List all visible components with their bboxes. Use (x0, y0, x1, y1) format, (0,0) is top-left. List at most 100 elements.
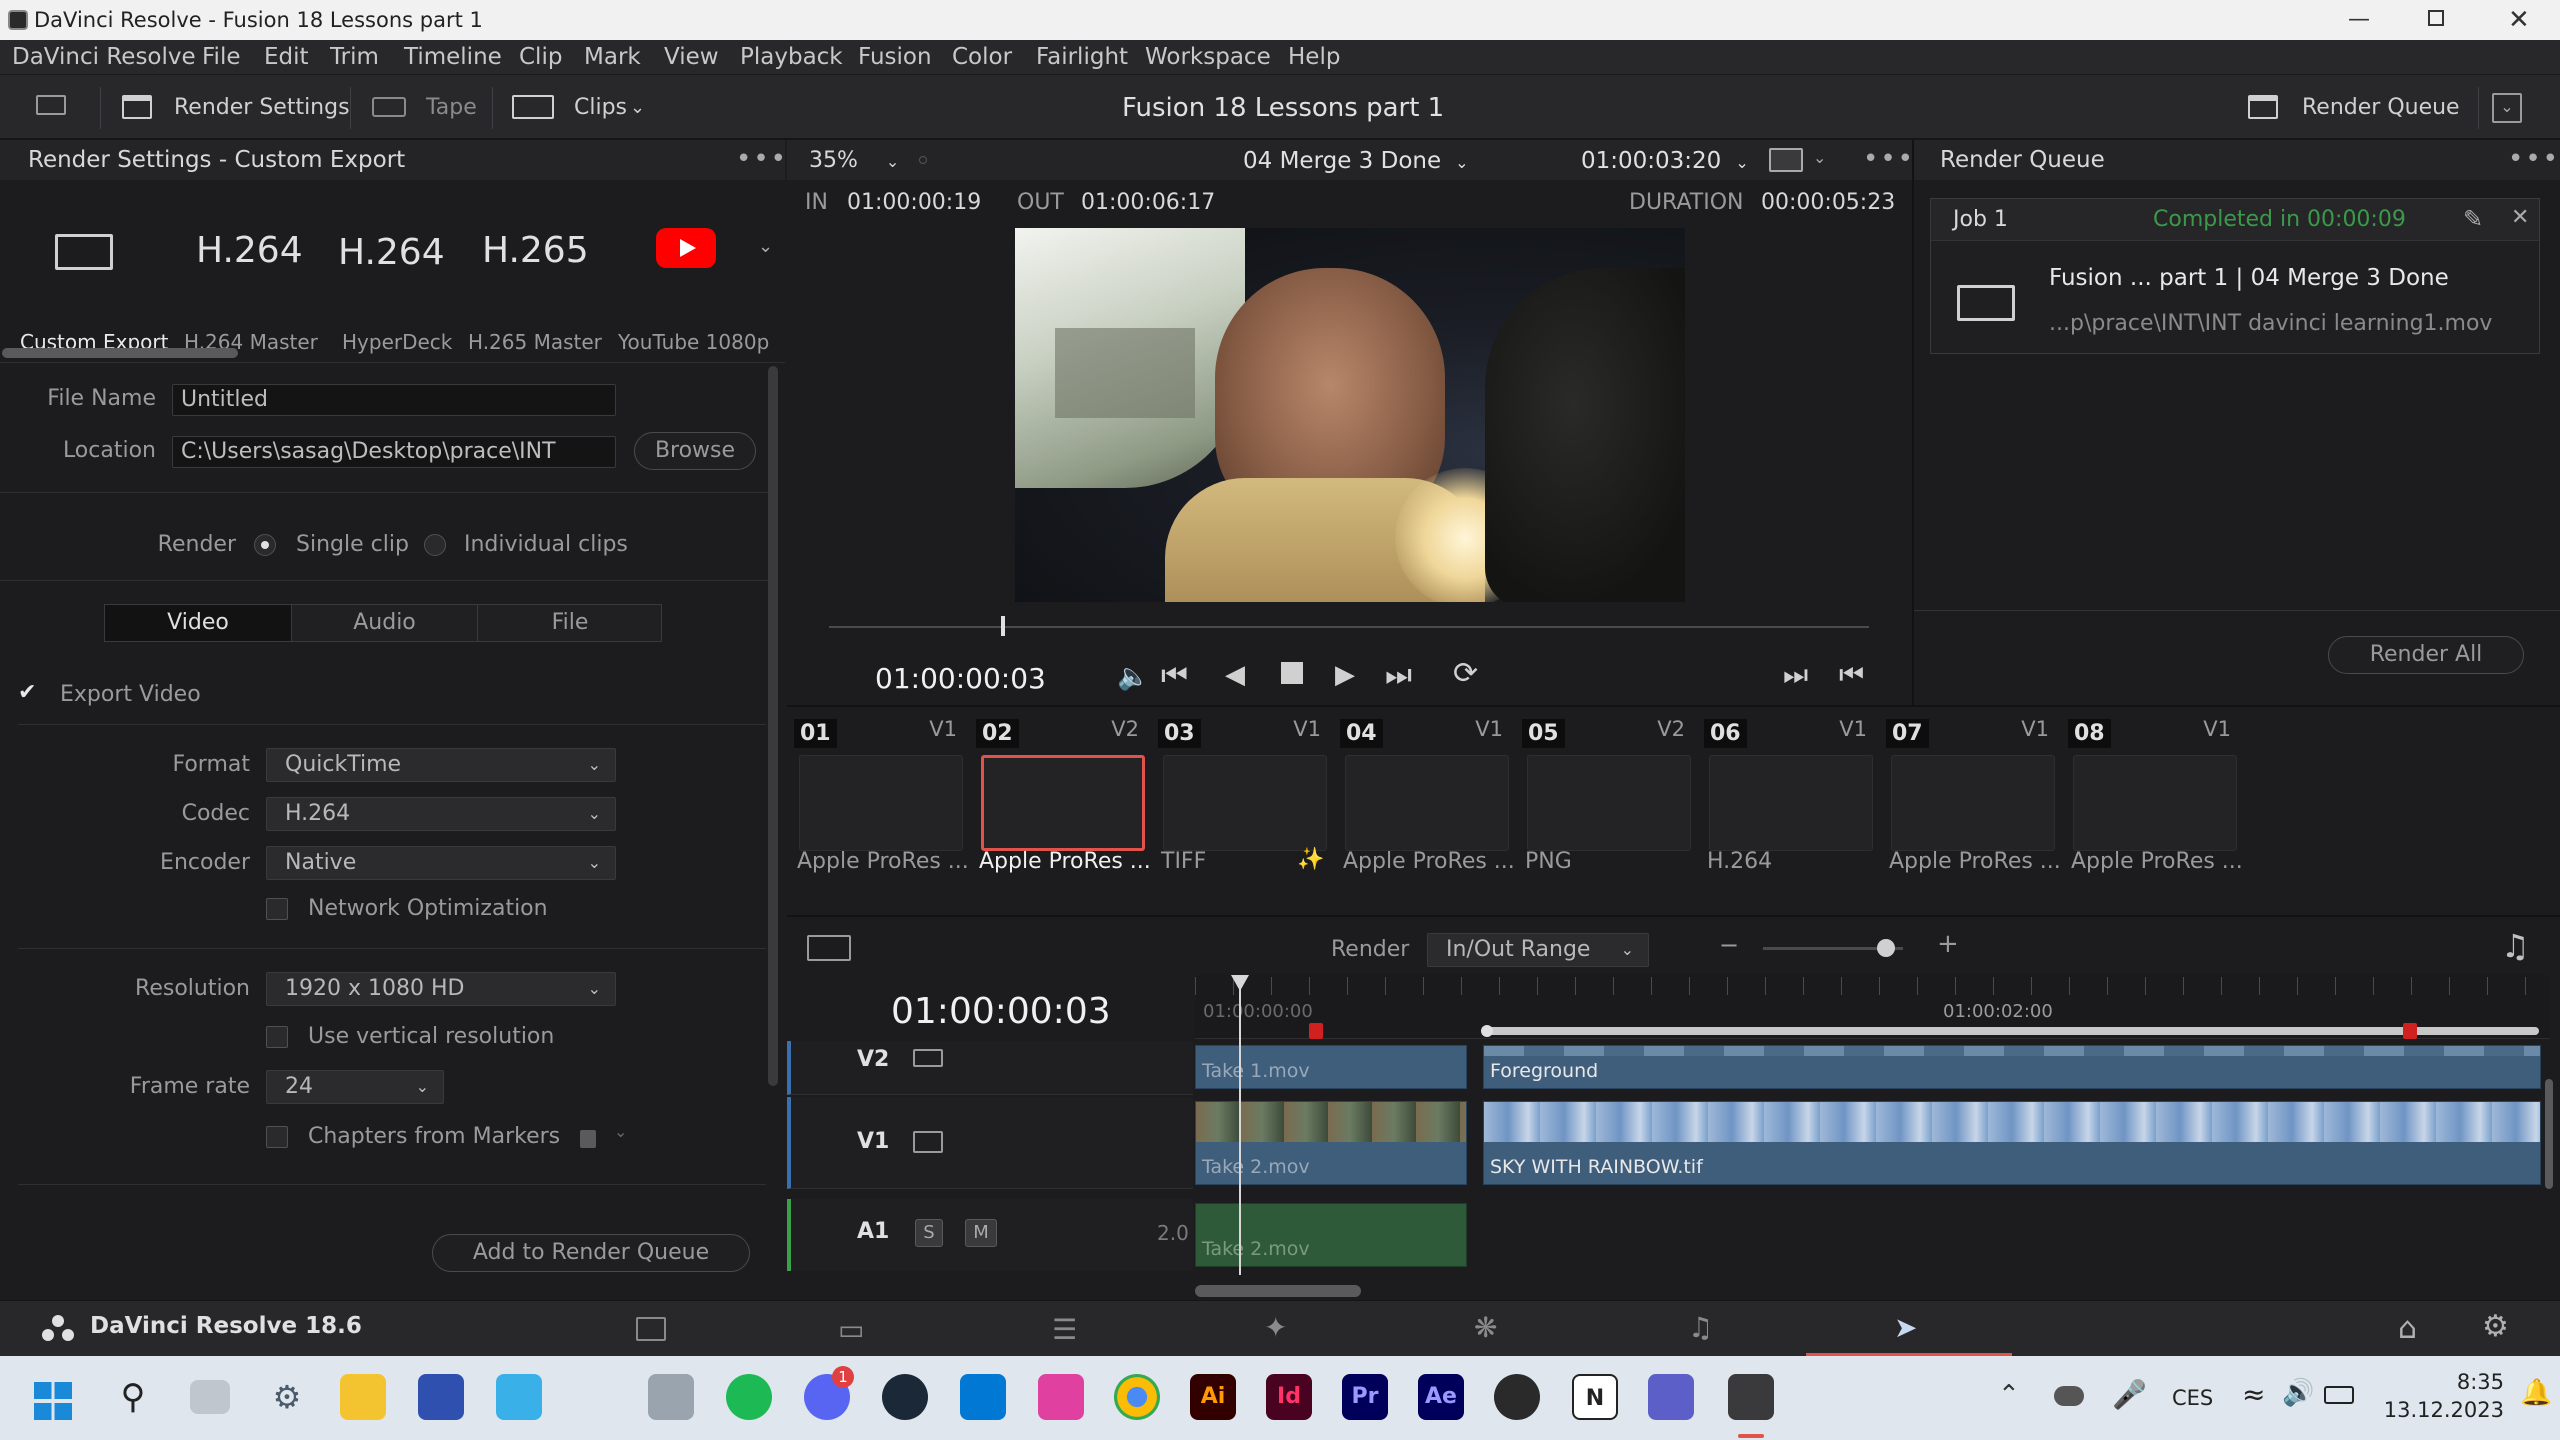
video-frame[interactable] (1015, 228, 1685, 602)
menu-item-workspace[interactable]: Workspace (1145, 40, 1271, 74)
single-clip-radio[interactable] (254, 534, 276, 556)
render-queue-button[interactable]: Render Queue (2302, 75, 2460, 141)
preset-hyperdeck[interactable]: H.264 HyperDeck (330, 184, 452, 354)
chevron-down-icon[interactable]: ⌄ (758, 236, 773, 257)
wifi-icon[interactable]: ≈ (2242, 1378, 2265, 1411)
edit-page-icon[interactable]: ☰ (1052, 1313, 1077, 1346)
indesign-icon[interactable]: Id (1266, 1374, 1312, 1420)
menu-item-view[interactable]: View (664, 40, 719, 74)
presets-scrollbar[interactable] (2, 348, 238, 358)
cut-page-icon[interactable]: ▭ (838, 1313, 864, 1346)
menu-item-color[interactable]: Color (952, 40, 1012, 74)
clip-thumb[interactable]: 08 V1 Apple ProRes ... (2061, 707, 2243, 917)
task-view-icon[interactable] (190, 1380, 230, 1414)
out-timecode[interactable]: 01:00:06:17 (1081, 190, 1215, 215)
chrome-icon[interactable] (1114, 1374, 1160, 1420)
timeline-marker[interactable] (1309, 1023, 1323, 1039)
chapters-checkbox[interactable] (266, 1126, 288, 1148)
vertical-resolution-checkbox[interactable] (266, 1026, 288, 1048)
chevron-down-icon[interactable]: ⌄ (614, 1122, 627, 1141)
viewer-scrubber[interactable] (829, 626, 1869, 628)
in-out-range-start[interactable] (1481, 1025, 1493, 1037)
clips-icon[interactable] (512, 95, 554, 119)
menu-item-help[interactable]: Help (1288, 40, 1340, 74)
proxy-icon[interactable] (1769, 148, 1803, 172)
play-icon[interactable]: ▶ (1335, 660, 1355, 690)
preset-h264-master[interactable]: H.264 H.264 Master (180, 184, 318, 354)
expand-panel-icon[interactable]: ⌄ (2492, 93, 2522, 123)
search-icon[interactable]: ⚲ (110, 1374, 156, 1420)
timeline-view-icon[interactable] (807, 935, 851, 961)
solo-button[interactable]: S (915, 1219, 943, 1247)
tab-file[interactable]: File (477, 605, 662, 641)
timeline-playhead[interactable] (1239, 975, 1241, 1275)
network-optimization-checkbox[interactable] (266, 898, 288, 920)
scrubber-playhead[interactable] (1001, 616, 1005, 636)
tab-audio[interactable]: Audio (291, 605, 477, 641)
menu-item-playback[interactable]: Playback (740, 40, 843, 74)
timeline-marker[interactable] (2403, 1023, 2417, 1039)
codec-dropdown[interactable]: H.264 ⌄ (266, 797, 616, 831)
deliver-page-icon[interactable]: ➤ (1806, 1301, 2012, 1357)
export-video-checkbox[interactable]: ✔ (18, 682, 40, 704)
viewer-timecode-top[interactable]: 01:00:03:20 ⌄ (1581, 148, 1749, 174)
frame-rate-dropdown[interactable]: 24 ⌄ (266, 1070, 444, 1104)
keyboard-language[interactable]: CES (2172, 1386, 2213, 1410)
teams-icon[interactable] (1648, 1374, 1694, 1420)
timeline-zoom-knob[interactable] (1877, 939, 1895, 957)
minimize-icon[interactable]: — (2348, 0, 2370, 40)
tape-button[interactable]: Tape (426, 75, 477, 141)
zoom-in-icon[interactable]: + (1937, 929, 1959, 959)
go-to-end-icon[interactable]: ⏭ (1385, 658, 1412, 693)
in-timecode[interactable]: 01:00:00:19 (847, 190, 981, 215)
play-reverse-icon[interactable]: ◀ (1225, 660, 1245, 690)
color-page-icon[interactable]: ❋ (1474, 1311, 1497, 1344)
clip-thumb[interactable]: 02 V2 Apple ProRes ... (969, 707, 1151, 917)
clock-time[interactable]: 8:35 (2408, 1370, 2504, 1394)
edit-icon[interactable]: ✎ (2463, 205, 2483, 233)
microphone-icon[interactable]: 🎤 (2112, 1378, 2147, 1411)
menu-item-edit[interactable]: Edit (264, 40, 309, 74)
menu-item-davinci-resolve[interactable]: DaVinci Resolve (12, 40, 196, 74)
file-explorer-icon[interactable] (340, 1374, 386, 1420)
fairlight-page-icon[interactable]: ♫ (1688, 1311, 1713, 1344)
clips-button[interactable]: Clips (574, 75, 627, 141)
resolution-dropdown[interactable]: 1920 x 1080 HD ⌄ (266, 972, 616, 1006)
render-range-dropdown[interactable]: In/Out Range ⌄ (1427, 933, 1649, 967)
menu-item-file[interactable]: File (202, 40, 241, 74)
clock-date[interactable]: 13.12.2023 (2378, 1398, 2504, 1422)
media-page-icon[interactable] (636, 1317, 666, 1341)
render-settings-button[interactable]: Render Settings (174, 75, 350, 141)
notification-bell-icon[interactable]: 🔔 (2520, 1378, 2552, 1408)
premiere-icon[interactable]: Pr (1342, 1374, 1388, 1420)
clip-thumb[interactable]: 07 V1 Apple ProRes ... (1879, 707, 2061, 917)
obs-icon[interactable] (1494, 1374, 1540, 1420)
onedrive-icon[interactable] (2054, 1386, 2084, 1406)
chevron-down-icon[interactable]: ⌄ (630, 75, 645, 141)
track-header-v1[interactable]: V1 (787, 1097, 1193, 1189)
render-job-card[interactable]: Job 1 Completed in 00:00:09 ✎ ✕ Fusion .… (1930, 198, 2540, 354)
clip-thumb[interactable]: 05 V2 PNG (1515, 707, 1691, 917)
browse-button[interactable]: Browse (634, 432, 756, 470)
track-header-v2[interactable]: V2 (787, 1041, 1193, 1095)
encoder-dropdown[interactable]: Native ⌄ (266, 846, 616, 880)
render-settings-icon[interactable] (122, 95, 152, 119)
mute-button[interactable]: M (965, 1219, 997, 1247)
menu-item-timeline[interactable]: Timeline (404, 40, 502, 74)
file-name-field[interactable]: Untitled (172, 384, 616, 416)
timeline-clip[interactable]: Take 2.mov (1195, 1101, 1467, 1185)
menu-item-mark[interactable]: Mark (584, 40, 641, 74)
tab-video[interactable]: Video (105, 605, 291, 641)
format-dropdown[interactable]: QuickTime ⌄ (266, 748, 616, 782)
add-to-render-queue-button[interactable]: Add to Render Queue (432, 1234, 750, 1272)
menu-item-trim[interactable]: Trim (330, 40, 379, 74)
monitor-icon[interactable] (36, 95, 66, 115)
home-icon[interactable]: ⌂ (2398, 1311, 2417, 1346)
fusion-page-icon[interactable]: ✦ (1264, 1311, 1287, 1344)
more-options-icon[interactable]: ••• (1863, 144, 1915, 174)
clip-thumb[interactable]: 01 V1 Apple ProRes ... (787, 707, 969, 917)
previous-clip-icon[interactable]: ⏮ (1839, 658, 1864, 692)
davinci-resolve-taskbar-icon[interactable] (1728, 1374, 1774, 1420)
timeline-vertical-scrollbar[interactable] (2545, 1079, 2553, 1189)
restore-icon[interactable] (2428, 10, 2444, 26)
